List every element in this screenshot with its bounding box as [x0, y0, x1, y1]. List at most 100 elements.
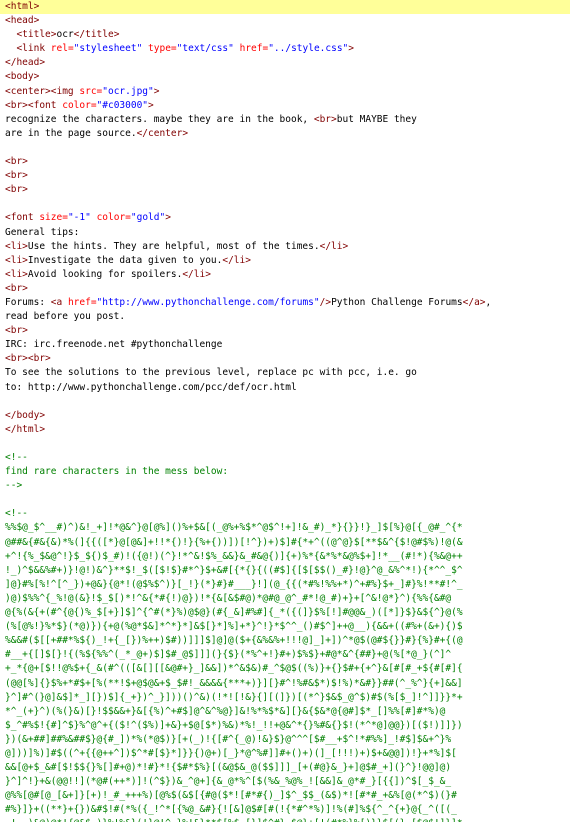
source-token: <br> [5, 99, 28, 111]
source-token: recognize the characters. maybe they are… [5, 113, 314, 125]
source-line: @]))]%)]#$((^+{{@++^])$^*#[$}*]}}{)@+)[_… [0, 747, 570, 761]
source-line: *^_(+}^)(%(}&)[}!$$&&+}&[{%)^+#$]@^&^%@}… [0, 705, 570, 719]
source-token: "../style.css" [268, 43, 349, 55]
source-token: @]))]%)]#$((^+{{@++^])$^*#[$}*]}}{)@+)[_… [5, 747, 457, 759]
source-token: </a> [462, 296, 486, 308]
source-line: Forums: <a href="http://www.pythonchalle… [0, 296, 570, 310]
source-token: > [165, 212, 171, 224]
source-token: (%[@%!}%*$}(*@)}){+@(%@*$&]*^*}*]&$[}*]%… [5, 621, 463, 633]
source-line: )@)$%%^{_%!@(&}!$_$[)*!^&{*#{!)@})!*{&[&… [0, 592, 570, 606]
source-line: <li>Investigate the data given to you.</… [0, 254, 570, 268]
source-token: <br> [313, 113, 337, 125]
source-token: #__+{[]$[}!{(%${%%^(_*_@+)$]$#_@$]]](}{$… [5, 649, 452, 661]
source-line: </head> [0, 56, 570, 70]
source-line: _!__)&@)@*!{@&$_)}%!%&}(!}@!^_}%!&}**$[%… [0, 817, 570, 822]
source-token: *^_(+}^)(%(}&)[}!$$&&+}&[{%)^+#$]@^&^%@}… [5, 705, 446, 717]
source-token: +_*{@+[$!!@%$+{_&(#^(([&[][[&@#+}_]&&])*… [5, 663, 463, 675]
source-token: #%}]}+((**}+{})&#$!#(*%({_!^*[{%@_&#}{![… [5, 804, 457, 816]
source-token: @{%(&{+(#^{@{)%_$[+}]$]^{^#(*}%)@$@}(#{_… [5, 607, 463, 619]
source-token: Investigate the data given to you. [27, 254, 223, 266]
source-line: </body> [0, 409, 570, 423]
source-line: read before you post. [0, 310, 570, 324]
source-token: "gold" [130, 212, 166, 224]
source-token: $_^#%$!{#]^$}%^@^+{($!^($%)]+&}+$@[$*)%&… [5, 719, 463, 731]
source-token: </body> [5, 409, 46, 421]
source-token: Use the hints. They are helpful, most of… [27, 240, 320, 252]
source-line: +^!{%_$&@^!}$_${)$_#)!({@!)(^}!*^&!$%_&&… [0, 550, 570, 564]
source-line: <br> [0, 169, 570, 183]
source-token: find rare characters in the mess below: [5, 466, 229, 478]
source-token [5, 43, 16, 54]
source-line: --> [0, 479, 570, 493]
source-token: })(&+##]##%&##$}@{#_])*%(*@$)}[+(_)!{[#^… [5, 733, 452, 745]
source-line: %%$@_$^__#)^)&!_+]!*@&^}@[@%]()%+$&[(_@%… [0, 521, 570, 535]
source-token: --> [5, 480, 23, 492]
source-token: Python Challenge Forums [331, 296, 463, 308]
source-token: <li> [5, 268, 28, 280]
source-line: })(&+##]##%&##$}@{#_])*%(*@$)}[+(_)!{[#^… [0, 733, 570, 747]
source-token: <font [27, 99, 63, 111]
source-token: </li> [222, 254, 251, 266]
source-token: @##&{#&{&)*%(]{{([*}@[@&]+!!*{)!}{%+{))]… [5, 536, 463, 548]
source-token: IRC: irc.freenode.net #pythonchallenge [5, 339, 223, 351]
source-token: <img [50, 85, 80, 97]
source-token: rel= [50, 43, 74, 55]
source-token: <title> [16, 29, 57, 41]
source-line: <br> [0, 324, 570, 338]
source-token: _!__)&@)@*!{@&$_)}%!%&}(!}@!^_}%!&}**$[%… [5, 818, 463, 822]
source-line: !_)^$&&%#+)}!@!)&^}**$!_$([$!$}#*^}$+&#[… [0, 564, 570, 578]
source-token: %&&#($[[+##*%${)_!+{_[})%++)$#))]]]$]@]@… [5, 635, 463, 647]
source-token: , [485, 296, 492, 308]
source-token: size= [39, 212, 68, 224]
source-line: General tips: [0, 226, 570, 240]
source-line: $_^#%$!{#]^$}%^@^+{($!^($%)]+&}+$@[$*)%&… [0, 719, 570, 733]
source-token: </head> [5, 57, 46, 69]
source-line [0, 395, 570, 409]
source-line: recognize the characters. maybe they are… [0, 113, 570, 127]
source-token: > [148, 99, 154, 111]
source-line: +_*{@+[$!!@%$+{_&(#^(([&[][[&@#+}_]&&])*… [0, 662, 570, 676]
source-token: href= [239, 43, 269, 55]
source-token: ocr [56, 29, 74, 41]
source-token: "stylesheet" [73, 43, 143, 55]
source-token: </li> [319, 240, 349, 252]
source-line: <font size="-1" color="gold"> [0, 211, 570, 225]
source-token: to: http://www.pythonchallenge.com/pcc/d… [5, 381, 297, 393]
source-token: &&[@+$_&#[$!$${}%[]#+@)*!#}*!{$#*$%}[(&@… [5, 762, 452, 774]
source-line: <br><br> [0, 352, 570, 366]
source-token: <br> [5, 325, 28, 337]
source-token: <head> [5, 15, 40, 27]
source-token: <body> [5, 71, 40, 83]
source-token: <font [5, 212, 40, 224]
source-token: <br> [27, 353, 51, 365]
source-token: <!-- [5, 508, 28, 520]
source-line: <li>Use the hints. They are helpful, mos… [0, 240, 570, 254]
source-token: )@)$%%^{_%!@(&}!$_$[)*!^&{*#{!)@})!*{&[&… [5, 592, 452, 604]
source-line: %&&#($[[+##*%${)_!+{_[})%++)$#))]]]$]@]@… [0, 634, 570, 648]
source-line: <link rel="stylesheet" type="text/css" h… [0, 42, 570, 56]
source-line: }^]^!}+&(@@!!](*@#(++*)]!(^$})&_^@+]{&_@… [0, 775, 570, 789]
source-token: href= [67, 296, 97, 308]
source-token: To see the solutions to the previous lev… [5, 367, 417, 379]
source-token: "#c03000" [96, 99, 149, 111]
source-token: <br> [5, 156, 28, 168]
source-line: #__+{[]$[}!{(%${%%^(_*_@+)$]$#_@$]]](}{$… [0, 648, 570, 662]
source-line [0, 437, 570, 451]
source-line: @##&{#&{&)*%(]{{([*}@[@&]+!!*{)!}{%+{))]… [0, 536, 570, 550]
source-line: <br> [0, 282, 570, 296]
source-token: <!-- [5, 452, 28, 463]
source-token: <br> [5, 282, 28, 294]
source-token: > [153, 85, 160, 97]
source-token: color= [96, 212, 131, 224]
source-token: !_)^$&&%#+)}!@!)&^}**$!_$([$!$}#*^}$+&#[… [5, 564, 463, 576]
source-line [0, 197, 570, 211]
source-line: <br><font color="#c03000"> [0, 99, 570, 113]
source-line [0, 141, 570, 155]
source-token: read before you post. [5, 311, 126, 323]
source-line: #%}]}+((**}+{})&#$!#(*%({_!^*[{%@_&#}{![… [0, 803, 570, 817]
source-line: <head> [0, 14, 570, 28]
source-line: <br> [0, 155, 570, 169]
source-token: (@@[%]{}$%+*#$+[%(**!$+@$@&+$_$#!_&&&&{*… [5, 677, 463, 689]
page-source-viewer[interactable]: <html> <head> <title>ocr</title> <link re… [0, 0, 570, 822]
source-token: General tips: [5, 226, 80, 238]
